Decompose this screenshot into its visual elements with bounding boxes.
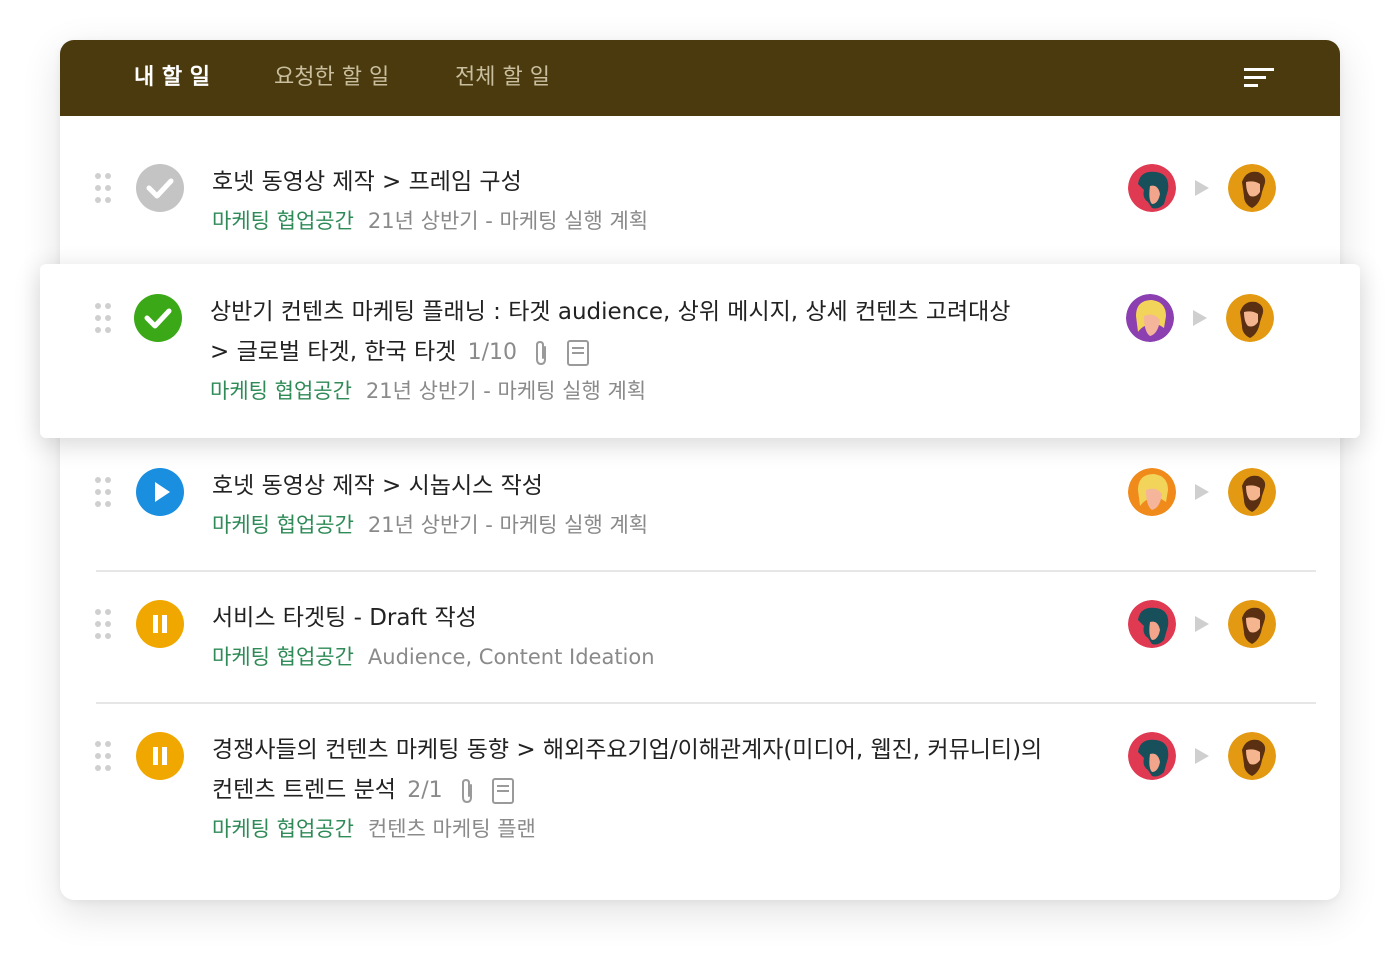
completed-gray-check-icon[interactable]: [136, 164, 184, 212]
task-meta: 마케팅 협업공간 21년 상반기 - 마케팅 실행 계획: [212, 206, 648, 236]
task-row[interactable]: 경쟁사들의 컨텐츠 마케팅 동향 > 해외주요기업/이해관계자(미디어, 웹진,…: [60, 718, 1340, 868]
assignee-avatar[interactable]: [1228, 468, 1276, 516]
workspace-link[interactable]: 마케팅 협업공간: [212, 645, 354, 669]
task-title[interactable]: 상반기 컨텐츠 마케팅 플래닝 : 타겟 audience, 상위 메시지, 상…: [210, 292, 1090, 373]
task-title[interactable]: 서비스 타겟팅 - Draft 작성: [212, 598, 1092, 638]
drag-handle-icon[interactable]: [94, 740, 114, 772]
pause-status-icon[interactable]: [136, 600, 184, 648]
project-link[interactable]: 컨텐츠 마케팅 플랜: [368, 817, 536, 841]
attachment-icon: [461, 778, 472, 803]
assign-arrow-icon: [1195, 748, 1209, 764]
requester-avatar[interactable]: [1126, 294, 1174, 342]
completed-green-check-icon[interactable]: [134, 294, 182, 342]
requester-avatar[interactable]: [1128, 468, 1176, 516]
task-title-line-1: 경쟁사들의 컨텐츠 마케팅 동향 > 해외주요기업/이해관계자(미디어, 웹진,…: [212, 737, 1043, 763]
assign-arrow-icon: [1195, 484, 1209, 500]
workspace-link[interactable]: 마케팅 협업공간: [210, 379, 352, 403]
task-title[interactable]: 호넷 동영상 제작 > 시놉시스 작성: [212, 466, 1092, 506]
assignee-avatar[interactable]: [1228, 600, 1276, 648]
row-divider: [96, 570, 1316, 572]
requester-avatar[interactable]: [1128, 732, 1176, 780]
drag-handle-icon[interactable]: [94, 302, 114, 334]
assign-arrow-icon: [1193, 310, 1207, 326]
workspace-link[interactable]: 마케팅 협업공간: [212, 513, 354, 537]
task-title-line-2-text: > 글로벌 타겟, 한국 타겟: [210, 339, 457, 365]
project-link[interactable]: 21년 상반기 - 마케팅 실행 계획: [368, 209, 648, 233]
task-title[interactable]: 경쟁사들의 컨텐츠 마케팅 동향 > 해외주요기업/이해관계자(미디어, 웹진,…: [212, 730, 1092, 811]
tab-bar: 내 할 일 요청한 할 일 전체 할 일: [60, 40, 1340, 116]
task-row-selected[interactable]: 상반기 컨텐츠 마케팅 플래닝 : 타겟 audience, 상위 메시지, 상…: [40, 264, 1360, 438]
assignee-avatar[interactable]: [1226, 294, 1274, 342]
assign-arrow-icon: [1195, 180, 1209, 196]
attachment-icon: [536, 340, 547, 365]
project-link[interactable]: 21년 상반기 - 마케팅 실행 계획: [368, 513, 648, 537]
drag-handle-icon[interactable]: [94, 476, 114, 508]
assignee-avatar[interactable]: [1228, 164, 1276, 212]
task-title[interactable]: 호넷 동영상 제작 > 프레임 구성: [212, 162, 1092, 202]
task-title-line-2: > 글로벌 타겟, 한국 타겟 1/10: [210, 332, 1090, 373]
task-row[interactable]: 호넷 동영상 제작 > 시놉시스 작성 마케팅 협업공간 21년 상반기 - 마케…: [60, 454, 1340, 564]
subtask-count: 1/10: [467, 340, 517, 365]
assign-arrow-icon: [1195, 616, 1209, 632]
task-meta: 마케팅 협업공간 21년 상반기 - 마케팅 실행 계획: [212, 510, 648, 540]
requester-avatar[interactable]: [1128, 600, 1176, 648]
task-title-line-2: 컨텐츠 트렌드 분석 2/1: [212, 770, 1092, 811]
task-row[interactable]: 서비스 타겟팅 - Draft 작성 마케팅 협업공간 Audience, Con…: [60, 586, 1340, 696]
task-row[interactable]: 호넷 동영상 제작 > 프레임 구성 마케팅 협업공간 21년 상반기 - 마케팅…: [60, 150, 1340, 250]
requester-avatar[interactable]: [1128, 164, 1176, 212]
tab-my-tasks[interactable]: 내 할 일: [134, 40, 210, 116]
assignee-avatar[interactable]: [1228, 732, 1276, 780]
workspace-link[interactable]: 마케팅 협업공간: [212, 209, 354, 233]
tab-requested-tasks[interactable]: 요청한 할 일: [274, 40, 389, 116]
document-icon: [492, 777, 515, 804]
sort-lines-icon[interactable]: [1244, 66, 1274, 90]
task-meta: 마케팅 협업공간 컨텐츠 마케팅 플랜: [212, 814, 536, 844]
task-meta: 마케팅 협업공간 21년 상반기 - 마케팅 실행 계획: [210, 376, 646, 406]
task-title-line-1: 상반기 컨텐츠 마케팅 플래닝 : 타겟 audience, 상위 메시지, 상…: [210, 299, 1011, 325]
task-meta: 마케팅 협업공간 Audience, Content Ideation: [212, 642, 655, 672]
document-icon: [566, 339, 589, 366]
workspace-link[interactable]: 마케팅 협업공간: [212, 817, 354, 841]
pause-status-icon[interactable]: [136, 732, 184, 780]
drag-handle-icon[interactable]: [94, 172, 114, 204]
tab-all-tasks[interactable]: 전체 할 일: [455, 40, 550, 116]
project-link[interactable]: Audience, Content Ideation: [368, 645, 655, 669]
play-status-icon[interactable]: [136, 468, 184, 516]
drag-handle-icon[interactable]: [94, 608, 114, 640]
subtask-count: 2/1: [407, 778, 443, 803]
task-title-line-2-text: 컨텐츠 트렌드 분석: [212, 777, 396, 803]
project-link[interactable]: 21년 상반기 - 마케팅 실행 계획: [366, 379, 646, 403]
row-divider: [96, 702, 1316, 704]
